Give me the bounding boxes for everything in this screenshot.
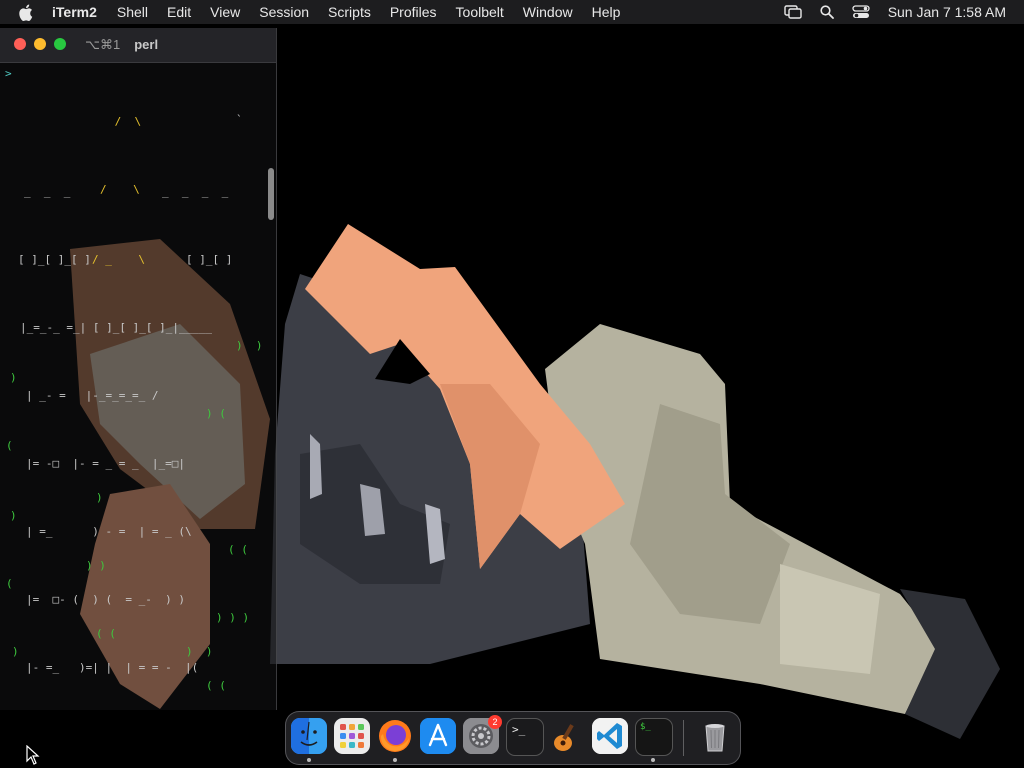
ascii-art-line: |= □- ( ) ( = _- ) ): [26, 593, 185, 606]
window-shortcut: ⌥⌘1: [85, 37, 121, 52]
ascii-art-line: ): [10, 509, 17, 522]
ascii-art-line: ) (: [206, 407, 226, 420]
iterm2-icon[interactable]: $_: [635, 718, 673, 756]
window-title-text: perl: [134, 37, 159, 52]
ascii-art-line: ) ): [86, 559, 106, 572]
ascii-art-line: / \: [100, 183, 140, 196]
ascii-art-line: ( (: [228, 543, 248, 556]
ascii-art-line: | _- = |-_=_=_=_ /: [26, 389, 159, 402]
menu-shell[interactable]: Shell: [117, 4, 148, 20]
menu-scripts[interactable]: Scripts: [328, 4, 371, 20]
ascii-art-line: |- =_ )=| | | = = - |(: [26, 661, 199, 674]
ascii-art-line: ( (: [96, 627, 116, 640]
menu-window[interactable]: Window: [523, 4, 573, 20]
menu-help[interactable]: Help: [592, 4, 621, 20]
garageband-icon[interactable]: [549, 718, 585, 754]
ascii-art-line: `: [236, 113, 243, 126]
ascii-art-line: ): [10, 371, 17, 384]
minimize-button[interactable]: [34, 38, 46, 50]
close-button[interactable]: [14, 38, 26, 50]
ascii-art-line: ): [96, 491, 103, 504]
ascii-art-line: |_=_-_ =_| [ ]_[ ]_[ ]_|_____: [20, 321, 213, 334]
terminal-scrollbar[interactable]: [268, 168, 274, 220]
ascii-art-line: ) ): [236, 339, 262, 352]
iterm2-glyph: $_: [640, 722, 651, 732]
ascii-art-line: / _ \: [92, 253, 145, 266]
settings-badge: 2: [488, 715, 502, 729]
screen-mirroring-icon[interactable]: [783, 5, 802, 19]
running-indicator: [393, 758, 397, 762]
control-center-icon[interactable]: [852, 5, 870, 19]
launchpad-icon[interactable]: [334, 718, 370, 754]
terminal-prompt: >: [5, 67, 12, 80]
menu-toolbelt[interactable]: Toolbelt: [456, 4, 504, 20]
dock-separator: [683, 720, 684, 756]
terminal-icon[interactable]: >_: [506, 718, 544, 756]
running-indicator: [307, 758, 311, 762]
finder-icon[interactable]: [291, 718, 327, 754]
menu-profiles[interactable]: Profiles: [390, 4, 437, 20]
app-store-icon[interactable]: [420, 718, 456, 754]
ascii-art-line: ) ): [186, 645, 213, 658]
ascii-art-line: [ ]_[ ]: [186, 253, 233, 266]
running-indicator: [651, 758, 655, 762]
search-icon[interactable]: [820, 5, 834, 19]
menu-session[interactable]: Session: [259, 4, 309, 20]
menu-bar: iTerm2 Shell Edit View Session Scripts P…: [0, 0, 1024, 24]
mouse-pointer-icon: [26, 745, 40, 765]
window-titlebar[interactable]: ⌥⌘1 perl: [0, 28, 276, 63]
apple-logo-icon[interactable]: [18, 4, 36, 21]
trash-icon[interactable]: [697, 718, 733, 754]
menu-view[interactable]: View: [210, 4, 240, 20]
ascii-art-line: ) ) ): [216, 611, 250, 624]
terminal-glyph: >_: [512, 723, 526, 736]
ascii-art-line: _ _ _: [24, 185, 71, 198]
zoom-button[interactable]: [54, 38, 66, 50]
ascii-art-line: (: [6, 577, 13, 590]
window-title: ⌥⌘1 perl: [85, 37, 158, 53]
iterm-window[interactable]: ⌥⌘1 perl > / \ ` _ _ _ / \ _ _ _ _ [ ]_[ …: [0, 28, 277, 710]
firefox-icon[interactable]: [377, 718, 413, 754]
dock: 2 >_ $_: [285, 711, 741, 765]
ascii-art-line: (: [6, 439, 13, 452]
vscode-icon[interactable]: [592, 718, 628, 754]
ascii-art-line: [ ]_[ ]_[ ]: [18, 253, 91, 266]
ascii-art-line: |= -□ |- = _ = _ |_=□|: [26, 457, 185, 470]
terminal-output[interactable]: > / \ ` _ _ _ / \ _ _ _ _ [ ]_[ ]_[ ] / …: [0, 63, 262, 710]
menu-app-name[interactable]: iTerm2: [52, 4, 97, 20]
menu-clock[interactable]: Sun Jan 7 1:58 AM: [888, 4, 1006, 20]
ascii-art-line: ( (: [206, 679, 226, 692]
ascii-art-line: _ _ _ _: [162, 185, 229, 198]
ascii-art-line: / \: [108, 115, 142, 128]
menu-edit[interactable]: Edit: [167, 4, 191, 20]
ascii-art-line: ): [12, 645, 19, 658]
ascii-art-line: | =_ ) - = | = _ (\: [26, 525, 192, 538]
